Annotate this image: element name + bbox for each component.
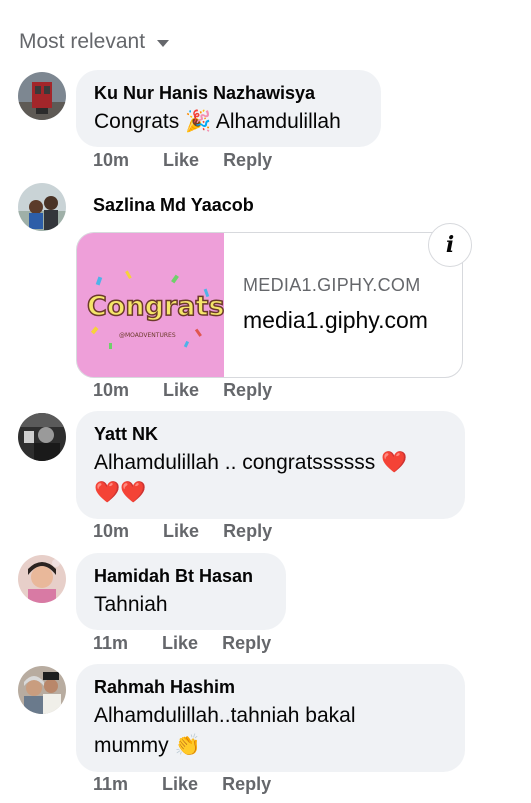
info-icon[interactable]: i	[428, 223, 472, 267]
comment-actions: 10m Like Reply	[93, 521, 272, 542]
avatar[interactable]	[18, 555, 66, 603]
comment-text-line: ❤️❤️	[94, 481, 147, 504]
commenter-name[interactable]: Rahmah Hashim	[94, 675, 447, 699]
comment-text-line: Alhamdulillah..tahniah bakal	[94, 704, 356, 727]
like-button[interactable]: Like	[162, 633, 198, 654]
avatar[interactable]	[18, 413, 66, 461]
timestamp[interactable]: 11m	[93, 633, 128, 654]
timestamp[interactable]: 10m	[93, 521, 129, 542]
commenter-name[interactable]: Hamidah Bt Hasan	[94, 564, 268, 588]
comment-actions: 11m Like Reply	[93, 633, 271, 654]
commenter-name[interactable]: Ku Nur Hanis Nazhawisya	[94, 81, 363, 105]
comment-bubble: Rahmah Hashim Alhamdulillah..tahniah bak…	[76, 664, 465, 772]
comment-bubble: Hamidah Bt Hasan Tahniah	[76, 553, 286, 630]
reply-button[interactable]: Reply	[222, 774, 271, 795]
link-title[interactable]: media1.giphy.com	[243, 307, 428, 334]
comment-text: Alhamdulillah..tahniah bakal mummy 👏	[94, 701, 447, 761]
timestamp[interactable]: 10m	[93, 150, 129, 171]
commenter-name[interactable]: Yatt NK	[94, 422, 447, 446]
sort-dropdown[interactable]: Most relevant	[19, 30, 170, 54]
comment-text: Alhamdulillah .. congratssssss ❤️ ❤️❤️	[94, 448, 447, 508]
comment-text: Congrats 🎉 Alhamdulillah	[94, 110, 341, 133]
like-button[interactable]: Like	[162, 774, 198, 795]
sort-label: Most relevant	[19, 30, 146, 53]
like-button[interactable]: Like	[163, 521, 199, 542]
comment-actions: 10m Like Reply	[93, 380, 272, 401]
avatar[interactable]	[18, 183, 66, 231]
gif-text: Congrats	[87, 291, 224, 322]
avatar[interactable]	[18, 72, 66, 120]
reply-button[interactable]: Reply	[223, 380, 272, 401]
reply-button[interactable]: Reply	[222, 633, 271, 654]
caret-down-icon	[157, 40, 170, 47]
reply-button[interactable]: Reply	[223, 521, 272, 542]
timestamp[interactable]: 10m	[93, 380, 129, 401]
comment-text-line: mummy 👏	[94, 734, 201, 757]
comment-actions: 11m Like Reply	[93, 774, 271, 795]
comment-text-line: Alhamdulillah .. congratssssss ❤️	[94, 451, 408, 474]
like-button[interactable]: Like	[163, 380, 199, 401]
gif-caption: @MOADVENTURES	[119, 332, 176, 339]
commenter-name[interactable]: Sazlina Md Yaacob	[93, 193, 254, 217]
comment-text: Tahniah	[94, 593, 168, 616]
reply-button[interactable]: Reply	[223, 150, 272, 171]
comment-actions: 10m Like Reply	[93, 150, 272, 171]
comment-bubble: Yatt NK Alhamdulillah .. congratssssss ❤…	[76, 411, 465, 519]
link-domain: MEDIA1.GIPHY.COM	[243, 275, 421, 295]
avatar[interactable]	[18, 666, 66, 714]
like-button[interactable]: Like	[163, 150, 199, 171]
link-preview-card[interactable]: Congrats @MOADVENTURES MEDIA1.GIPHY.COM …	[76, 232, 463, 378]
comment-bubble: Ku Nur Hanis Nazhawisya Congrats 🎉 Alham…	[76, 70, 381, 147]
timestamp[interactable]: 11m	[93, 774, 128, 795]
gif-thumbnail: Congrats @MOADVENTURES	[77, 233, 225, 377]
